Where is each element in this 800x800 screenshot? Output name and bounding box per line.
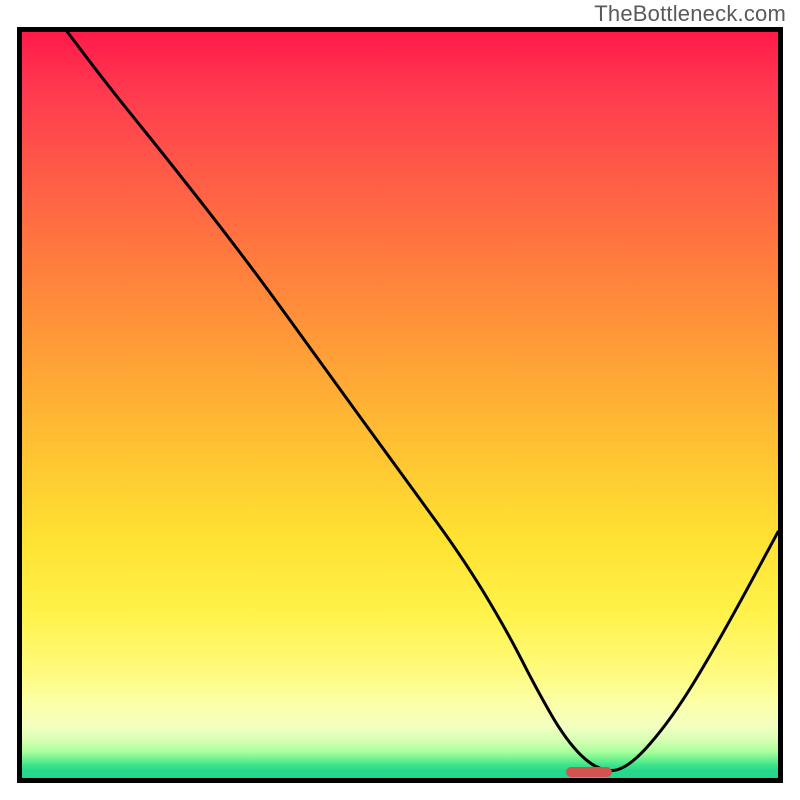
watermark-text: TheBottleneck.com (594, 1, 786, 27)
plot-frame (17, 27, 783, 783)
min-marker (566, 767, 611, 777)
chart-viewport: TheBottleneck.com (0, 0, 800, 800)
gradient-background (22, 32, 778, 778)
